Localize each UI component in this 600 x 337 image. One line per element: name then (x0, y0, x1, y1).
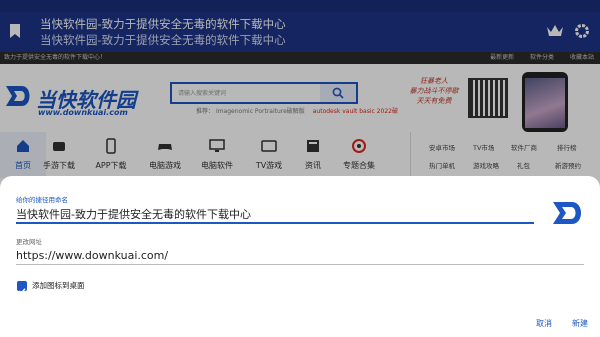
url-underline (16, 264, 584, 265)
url-caption: 更改网址 (16, 238, 42, 246)
create-button[interactable]: 新建 (572, 318, 588, 329)
site-logo-icon (553, 202, 581, 224)
shortcut-name-caption: 给你的捷径用命名 (16, 196, 68, 204)
add-to-desktop-checkbox[interactable] (17, 281, 27, 295)
check-icon (18, 288, 26, 295)
add-to-desktop-label[interactable]: 添加图标到桌面 (32, 280, 85, 291)
url-input[interactable]: https://www.downkuai.com/ (16, 249, 168, 262)
cancel-button[interactable]: 取消 (536, 318, 552, 329)
add-shortcut-dialog: 给你的捷径用命名 当快软件园-致力于提供安全无毒的软件下载中心 更改网址 htt… (0, 176, 600, 337)
shortcut-name-underline (16, 222, 534, 224)
shortcut-name-input[interactable]: 当快软件园-致力于提供安全无毒的软件下载中心 (16, 206, 251, 222)
